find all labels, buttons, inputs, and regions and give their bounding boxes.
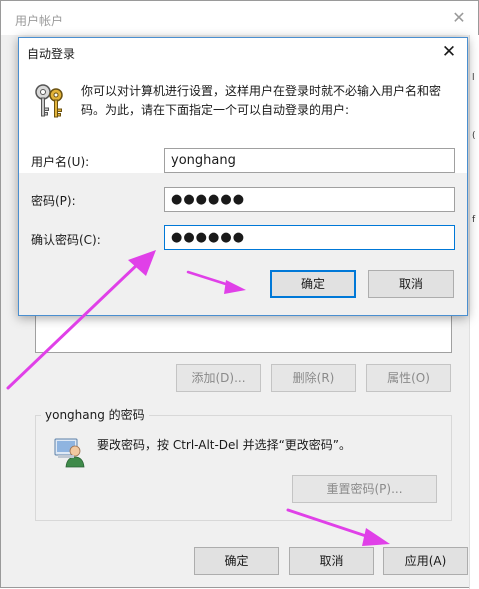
password-group (35, 415, 452, 521)
auto-logon-titlebar: 自动登录 ✕ (19, 38, 467, 66)
cancel-button[interactable]: 取消 (289, 547, 374, 575)
add-user-button[interactable]: 添加(D)... (176, 364, 261, 392)
remove-user-button[interactable]: 删除(R) (271, 364, 356, 392)
strip-char: f (472, 215, 476, 225)
auto-logon-ok-button[interactable]: 确定 (270, 270, 356, 298)
properties-button[interactable]: 属性(O) (366, 364, 451, 392)
confirm-password-input[interactable]: ●●●●●● (164, 225, 455, 250)
auto-logon-title: 自动登录 (27, 47, 76, 61)
username-input[interactable]: yonghang (164, 148, 455, 173)
password-group-legend: yonghang 的密码 (41, 406, 149, 423)
keys-icon (35, 84, 63, 118)
password-label: 密码(P): (31, 194, 76, 208)
strip-char: l (472, 73, 475, 83)
background-right-strip: l ( f (469, 35, 479, 589)
username-label: 用户名(U): (31, 155, 90, 169)
user-accounts-titlebar: 用户帐户 ✕ (1, 1, 478, 35)
close-icon[interactable]: ✕ (439, 42, 459, 62)
user-accounts-title: 用户帐户 (15, 14, 64, 28)
reset-password-button[interactable]: 重置密码(P)... (292, 475, 437, 503)
strip-char: ( (472, 131, 476, 141)
auto-logon-dialog: 自动登录 ✕ 你可以对计算机进行设置，这样用户在登录时就不必输入用户名和密码。为… (18, 37, 468, 316)
auto-logon-description: 你可以对计算机进行设置，这样用户在登录时就不必输入用户名和密码。为此，请在下面指… (81, 84, 442, 117)
password-change-hint: 要改密码，按 Ctrl-Alt-Del 并选择“更改密码”。 (97, 438, 352, 452)
password-input[interactable]: ●●●●●● (164, 187, 455, 212)
ok-button[interactable]: 确定 (194, 547, 279, 575)
user-password-icon (54, 438, 85, 468)
auto-logon-cancel-button[interactable]: 取消 (368, 270, 454, 298)
confirm-password-label: 确认密码(C): (31, 233, 101, 247)
close-icon[interactable]: ✕ (450, 9, 468, 27)
apply-button[interactable]: 应用(A) (383, 547, 468, 575)
